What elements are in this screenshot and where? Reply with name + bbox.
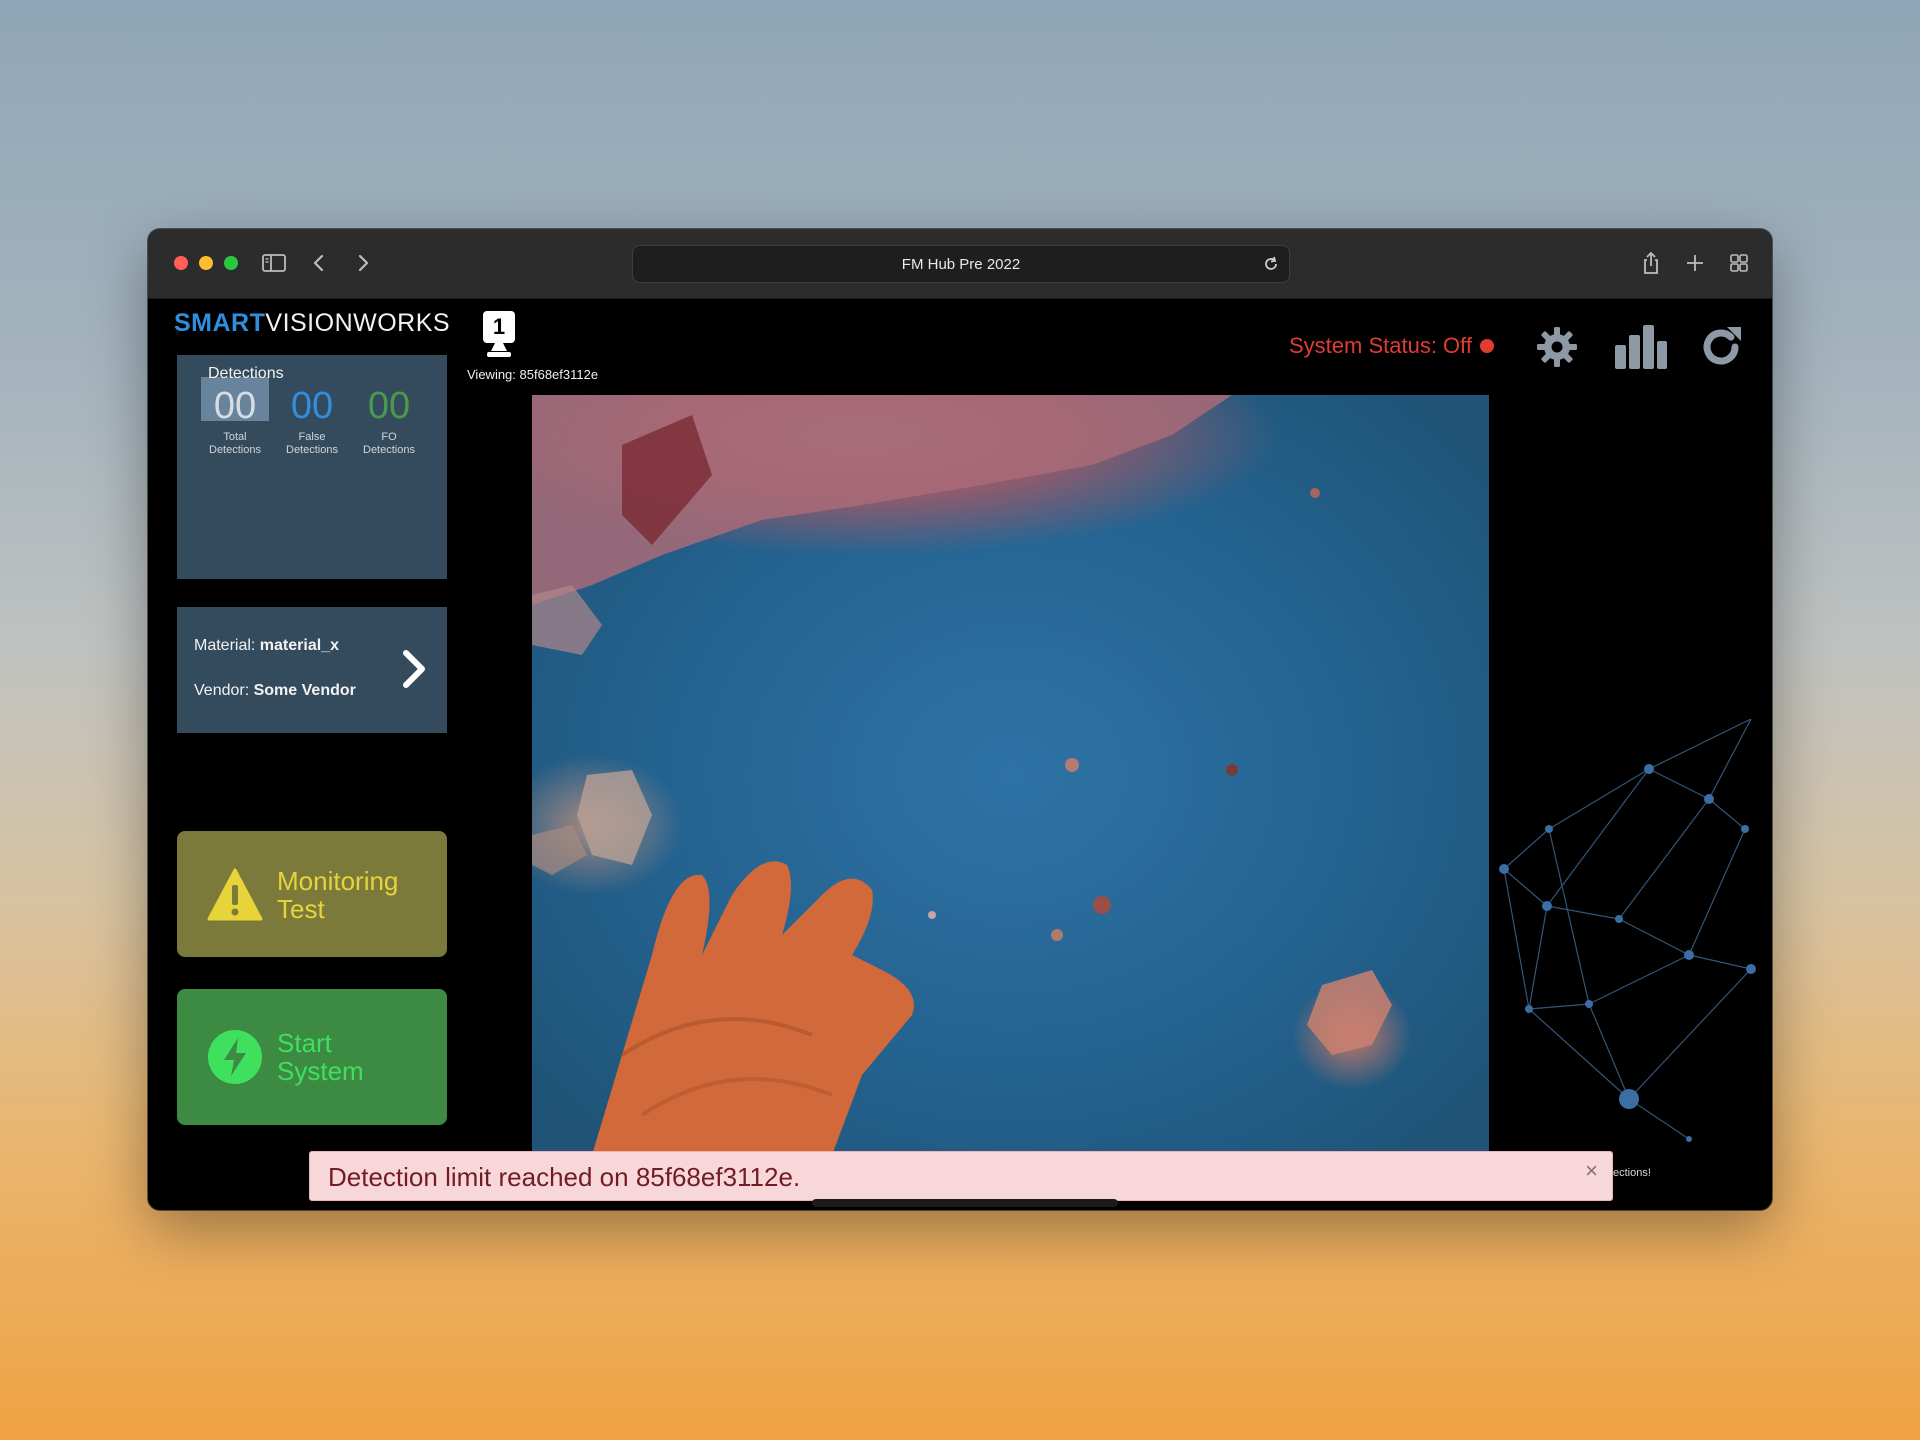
- system-status-text: System Status: Off: [1289, 333, 1472, 358]
- logo-visionworks: VISIONWORKS: [265, 309, 451, 337]
- fo-detections-value: 00: [367, 385, 411, 427]
- logo-smart: SMART: [174, 309, 266, 337]
- material-label: Material:: [194, 637, 260, 654]
- horizontal-scrollbar[interactable]: [812, 1199, 1118, 1207]
- start-system-button[interactable]: Start System: [177, 989, 447, 1125]
- monitoring-test-line1: Monitoring: [277, 866, 399, 896]
- chevron-right-icon[interactable]: [399, 647, 429, 691]
- vendor-label: Vendor:: [194, 682, 254, 699]
- material-row: Material: material_x: [194, 637, 339, 655]
- total-detections: 00 Total Detections: [197, 381, 273, 457]
- alert-message: Detection limit reached on 85f68ef3112e.: [328, 1162, 801, 1192]
- vendor-row: Vendor: Some Vendor: [194, 682, 356, 700]
- monitoring-test-label: Monitoring Test: [277, 867, 398, 923]
- false-detections-label-line1: False: [298, 431, 326, 443]
- vendor-value: Some Vendor: [253, 682, 356, 699]
- camera-icon: [487, 343, 511, 357]
- app-content: SMARTVISIONWORKS 1 Viewing: 85f68ef3112e…: [148, 299, 1772, 1210]
- close-window-button[interactable]: [174, 256, 188, 270]
- page-title: FM Hub Pre 2022: [901, 255, 1021, 273]
- new-tab-icon[interactable]: [1681, 249, 1709, 277]
- reload-icon[interactable]: [1261, 254, 1281, 274]
- false-detections-label-line2: Detections: [286, 444, 338, 456]
- minimize-window-button[interactable]: [199, 256, 213, 270]
- total-detections-label-line1: Total: [223, 431, 247, 443]
- detections-panel: Detections 00 Total Detections 00 False …: [177, 355, 447, 579]
- system-status: System Status: Off: [1289, 333, 1494, 359]
- fo-detections: 00 FO Detections: [351, 381, 427, 457]
- app-logo: SMARTVISIONWORKS: [174, 309, 450, 338]
- bar-chart-icon[interactable]: [1613, 323, 1669, 371]
- camera-selector[interactable]: 1: [483, 311, 515, 357]
- back-arrow-icon[interactable]: [305, 249, 333, 277]
- total-detections-value: 00: [213, 385, 257, 427]
- warning-icon: [207, 868, 263, 921]
- forward-arrow-icon[interactable]: [349, 249, 377, 277]
- camera-feed-image: [532, 395, 1489, 1155]
- lightning-icon: [208, 1030, 262, 1084]
- start-system-label: Start System: [277, 1029, 364, 1085]
- fo-detections-label-line1: FO: [381, 431, 397, 443]
- background-alert-fragment: ections!: [1613, 1167, 1651, 1179]
- monitoring-test-button[interactable]: Monitoring Test: [177, 831, 447, 957]
- address-bar[interactable]: FM Hub Pre 2022: [632, 245, 1290, 283]
- share-icon[interactable]: [1637, 249, 1665, 277]
- tab-overview-icon[interactable]: [1725, 249, 1753, 277]
- material-vendor-panel[interactable]: Material: material_x Vendor: Some Vendor: [177, 607, 447, 733]
- maximize-window-button[interactable]: [224, 256, 238, 270]
- camera-number: 1: [483, 311, 515, 343]
- viewing-label: Viewing: 85f68ef3112e: [467, 367, 599, 382]
- close-icon[interactable]: ×: [1585, 1158, 1598, 1184]
- monitoring-test-line2: Test: [277, 894, 325, 924]
- false-detections: 00 False Detections: [274, 381, 350, 457]
- browser-toolbar: FM Hub Pre 2022: [148, 229, 1772, 299]
- fo-detections-label-line2: Detections: [363, 444, 415, 456]
- start-system-line1: Start: [277, 1028, 332, 1058]
- refresh-icon[interactable]: [1697, 323, 1745, 371]
- browser-window: FM Hub Pre 2022 SMARTVISIONWORKS 1 Viewi…: [148, 229, 1772, 1210]
- gear-icon[interactable]: [1533, 323, 1581, 371]
- network-background-graphic: [1499, 719, 1756, 1142]
- sidebar-toggle-icon[interactable]: [260, 249, 288, 277]
- material-value: material_x: [259, 637, 339, 654]
- start-system-line2: System: [277, 1056, 364, 1086]
- total-detections-label-line2: Detections: [209, 444, 261, 456]
- status-indicator-dot: [1480, 339, 1494, 353]
- detection-alert: Detection limit reached on 85f68ef3112e.…: [309, 1151, 1613, 1201]
- false-detections-value: 00: [290, 385, 334, 427]
